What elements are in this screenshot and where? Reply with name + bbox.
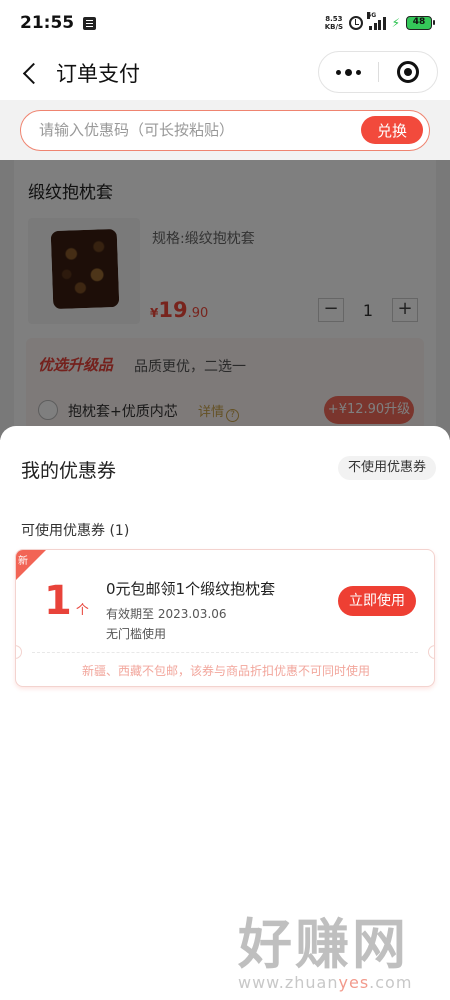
signal-icon: 5G <box>367 11 386 30</box>
status-bar: 21:55 8.53 KB/S 5G ⚡ 48 <box>0 0 450 46</box>
network-speed-value: 8.53 <box>325 15 343 23</box>
watermark: 好赚网 www.zhuanyes.com <box>238 900 438 992</box>
network-type: 5G <box>367 11 377 19</box>
coupon-code-row: 兑换 <box>0 100 450 160</box>
watermark-url-suffix: .com <box>369 973 413 992</box>
coupon-notch-right <box>428 645 434 659</box>
coupon-amount-unit: 个 <box>75 603 89 618</box>
back-arrow-icon[interactable] <box>8 51 52 95</box>
charging-icon: ⚡ <box>391 16 400 30</box>
no-coupon-button[interactable]: 不使用优惠券 <box>337 456 436 480</box>
coupon-amount: 1个 <box>44 578 89 624</box>
page-title: 订单支付 <box>56 62 140 86</box>
sheet-title: 我的优惠券 <box>21 460 117 482</box>
coupon-name: 0元包邮领1个缎纹抱枕套 <box>106 580 276 598</box>
network-speed: 8.53 KB/S <box>325 15 343 31</box>
close-miniapp-icon[interactable] <box>378 52 437 92</box>
miniapp-capsule <box>318 51 438 93</box>
watermark-logo: 好赚网 <box>238 913 409 976</box>
status-time: 21:55 <box>20 13 75 33</box>
message-icon <box>83 16 97 30</box>
nav-bar: 订单支付 <box>0 46 450 100</box>
coupon-code-box: 兑换 <box>20 110 430 151</box>
coupon-divider <box>32 652 418 653</box>
coupon-threshold: 无门槛使用 <box>106 627 167 641</box>
redeem-button[interactable]: 兑换 <box>361 116 423 144</box>
coupon-notch-left <box>16 645 22 659</box>
coupon-code-input[interactable] <box>39 111 359 149</box>
battery-icon: 48 <box>406 16 435 30</box>
use-now-button[interactable]: 立即使用 <box>338 586 416 616</box>
more-dots-icon[interactable] <box>319 52 378 92</box>
watermark-url: www.zhuanyes.com <box>238 973 438 992</box>
new-badge-label: 新 <box>18 556 28 567</box>
coupon-amount-number: 1 <box>44 578 72 624</box>
modal-overlay[interactable] <box>0 160 450 440</box>
alarm-icon <box>349 16 364 30</box>
status-indicators: 8.53 KB/S 5G ⚡ 48 <box>325 11 435 31</box>
network-speed-unit: KB/S <box>324 23 344 31</box>
coupon-card[interactable]: 新 1个 0元包邮领1个缎纹抱枕套 有效期至 2023.03.06 无门槛使用 … <box>15 549 435 687</box>
coupon-expiry: 有效期至 2023.03.06 <box>106 607 227 621</box>
watermark-url-highlight: yes <box>338 973 370 992</box>
available-coupons-label: 可使用优惠券 (1) <box>21 523 130 539</box>
watermark-url-prefix: www.zhuan <box>238 973 339 992</box>
coupon-note: 新疆、西藏不包邮，该券与商品折扣优惠不可同时使用 <box>81 664 370 678</box>
